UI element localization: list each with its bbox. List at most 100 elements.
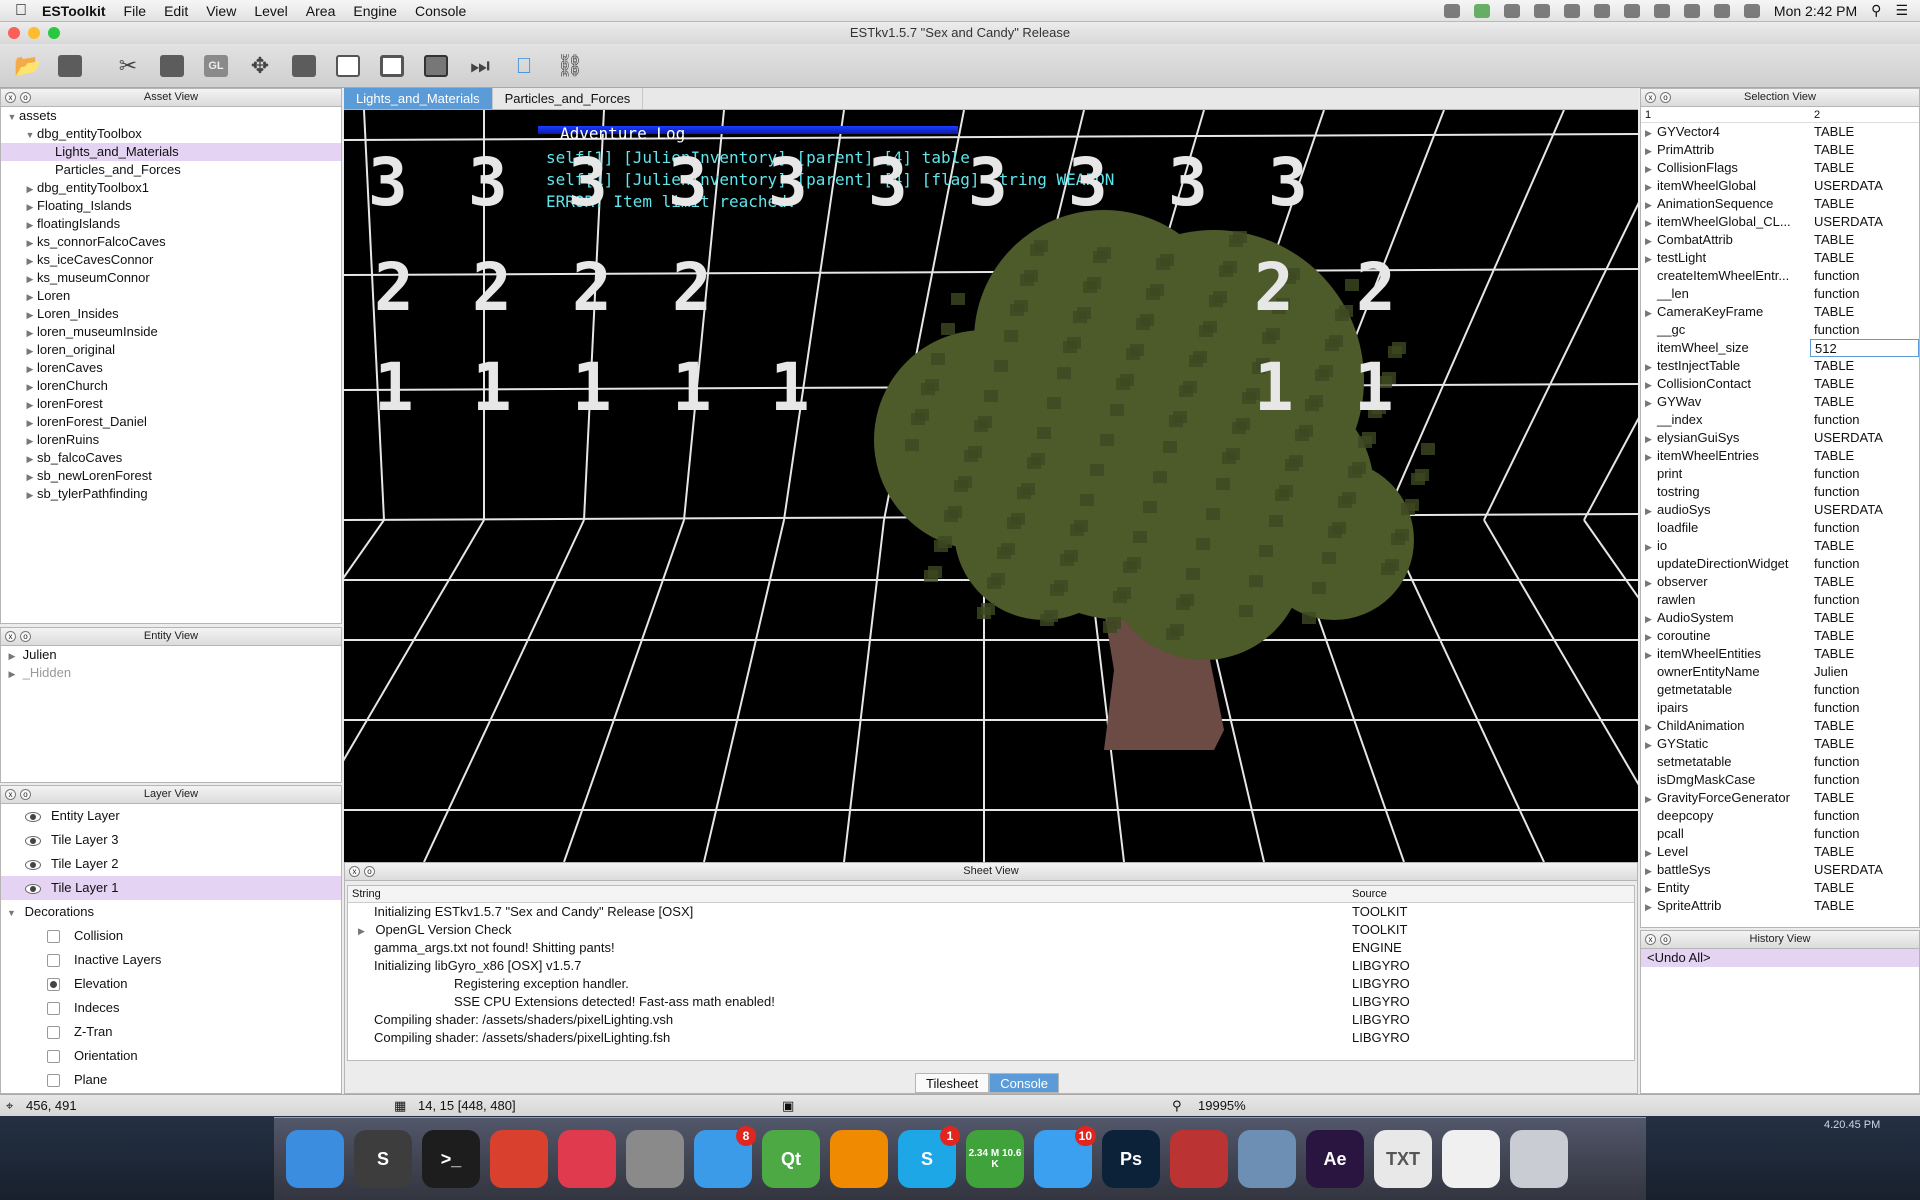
chevron-right-icon[interactable]: ▶: [23, 234, 37, 252]
chevron-right-icon[interactable]: ▶: [1645, 862, 1657, 879]
chevron-right-icon[interactable]: ▶: [23, 306, 37, 324]
chevron-down-icon[interactable]: ▼: [5, 108, 19, 126]
chevron-right-icon[interactable]: ▶: [23, 198, 37, 216]
decoration-option[interactable]: Inactive Layers: [1, 948, 341, 972]
selection-row[interactable]: ▶ Entity TABLE: [1641, 879, 1919, 897]
list-icon[interactable]: ☰: [1895, 2, 1908, 19]
chevron-right-icon[interactable]: ▶: [1645, 250, 1657, 267]
chevron-right-icon[interactable]: ▶: [1645, 898, 1657, 915]
chevron-right-icon[interactable]: ▶: [1645, 394, 1657, 411]
selection-row[interactable]: ▶ GravityForceGenerator TABLE: [1641, 789, 1919, 807]
save-button[interactable]: [50, 48, 90, 84]
dock-anime-app-icon[interactable]: [1238, 1130, 1296, 1188]
column-header-string[interactable]: String: [348, 886, 1348, 903]
chevron-right-icon[interactable]: ▶: [23, 180, 37, 198]
step-button[interactable]: ⏭: [460, 48, 500, 84]
selection-row[interactable]: ▶ elysianGuiSys USERDATA: [1641, 429, 1919, 447]
chevron-right-icon[interactable]: ▶: [1645, 718, 1657, 735]
selection-row[interactable]: ▶ CollisionFlags TABLE: [1641, 159, 1919, 177]
table-row[interactable]: Initializing ESTkv1.5.7 "Sex and Candy" …: [348, 902, 1634, 921]
table-row[interactable]: Registering exception handler. LIBGYRO: [348, 974, 1634, 993]
table-row[interactable]: Compiling shader: /assets/shaders/pixelL…: [348, 1028, 1634, 1047]
selection-row[interactable]: ▶ Level TABLE: [1641, 843, 1919, 861]
menu-engine[interactable]: Engine: [353, 3, 397, 19]
dock-utorrent-icon[interactable]: 2.34 M 10.6 K: [966, 1130, 1024, 1188]
selection-row[interactable]: ▶ SpriteAttrib TABLE: [1641, 897, 1919, 915]
option-checkbox[interactable]: [47, 1074, 60, 1088]
selection-row[interactable]: updateDirectionWidget function: [1641, 555, 1919, 573]
chevron-right-icon[interactable]: ▶: [1645, 430, 1657, 447]
selection-row[interactable]: setmetatable function: [1641, 753, 1919, 771]
float-panel-icon[interactable]: o: [20, 631, 31, 642]
asset-tree-item[interactable]: ▶ Loren_Insides: [1, 305, 341, 323]
dock-calendar-icon[interactable]: [1442, 1130, 1500, 1188]
selection-row[interactable]: isDmgMaskCase function: [1641, 771, 1919, 789]
decorations-group[interactable]: ▼ Decorations: [1, 900, 341, 924]
tab-particles-and-forces[interactable]: Particles_and_Forces: [493, 88, 644, 109]
chevron-right-icon[interactable]: ▶: [1645, 304, 1657, 321]
selection-row[interactable]: ▶ audioSys USERDATA: [1641, 501, 1919, 519]
selection-row[interactable]: ▶ coroutine TABLE: [1641, 627, 1919, 645]
chevron-right-icon[interactable]: ▶: [23, 342, 37, 360]
usb-icon[interactable]: [1443, 3, 1460, 18]
asset-tree-item[interactable]: ▶ lorenForest: [1, 395, 341, 413]
selection-row[interactable]: ▶ battleSys USERDATA: [1641, 861, 1919, 879]
history-item[interactable]: <Undo All>: [1641, 949, 1919, 967]
selection-row[interactable]: ▶ io TABLE: [1641, 537, 1919, 555]
dock-after-effects-icon[interactable]: Ae: [1306, 1130, 1364, 1188]
option-checkbox[interactable]: [47, 1050, 60, 1064]
selection-row[interactable]: ▶ GYStatic TABLE: [1641, 735, 1919, 753]
asset-tree-item[interactable]: ▶ ks_connorFalcoCaves: [1, 233, 341, 251]
option-checkbox[interactable]: [47, 954, 60, 968]
minimize-window-button[interactable]: [28, 27, 40, 39]
chevron-right-icon[interactable]: ▶: [1645, 628, 1657, 645]
float-panel-icon[interactable]: o: [20, 789, 31, 800]
dock-terminal-icon[interactable]: >_: [422, 1130, 480, 1188]
dock-messages-icon[interactable]: 10: [1034, 1126, 1096, 1188]
chevron-right-icon[interactable]: ▶: [1645, 880, 1657, 897]
window-button[interactable]: [328, 48, 368, 84]
decoration-option[interactable]: Orientation: [1, 1044, 341, 1068]
float-panel-icon[interactable]: o: [20, 92, 31, 103]
decoration-option[interactable]: Z-Tran: [1, 1020, 341, 1044]
eye-icon[interactable]: [25, 811, 41, 822]
chevron-right-icon[interactable]: ▶: [1645, 448, 1657, 465]
asset-tree-item[interactable]: ▶ lorenForest_Daniel: [1, 413, 341, 431]
layer-row[interactable]: Tile Layer 1: [1, 876, 341, 900]
float-panel-icon[interactable]: o: [1660, 92, 1671, 103]
column-header-source[interactable]: Source: [1348, 886, 1634, 903]
close-panel-icon[interactable]: x: [5, 92, 16, 103]
chevron-right-icon[interactable]: ▶: [1645, 124, 1657, 141]
column-header-1[interactable]: 1: [1641, 107, 1810, 122]
chevron-right-icon[interactable]: ▶: [23, 216, 37, 234]
tree-root[interactable]: ▼ assets: [1, 107, 341, 125]
selection-row[interactable]: __index function: [1641, 411, 1919, 429]
selection-row[interactable]: ▶ CollisionContact TABLE: [1641, 375, 1919, 393]
selection-row[interactable]: ▶ AudioSystem TABLE: [1641, 609, 1919, 627]
selection-row[interactable]: ▶ CombatAttrib TABLE: [1641, 231, 1919, 249]
shield-icon[interactable]: [1503, 3, 1520, 18]
chevron-right-icon[interactable]: ▶: [23, 414, 37, 432]
layer-row[interactable]: Tile Layer 2: [1, 852, 341, 876]
selection-row[interactable]: createItemWheelEntr... function: [1641, 267, 1919, 285]
asset-tree-item[interactable]: Particles_and_Forces: [1, 161, 341, 179]
chevron-right-icon[interactable]: ▶: [1645, 358, 1657, 375]
chevron-right-icon[interactable]: ▶: [1645, 844, 1657, 861]
selection-row[interactable]: ▶ ChildAnimation TABLE: [1641, 717, 1919, 735]
tab-console[interactable]: Console: [989, 1073, 1059, 1093]
chevron-right-icon[interactable]: ▶: [1645, 790, 1657, 807]
option-checkbox[interactable]: [47, 1026, 60, 1040]
airplay-icon[interactable]: [1593, 3, 1610, 18]
menu-view[interactable]: View: [206, 3, 236, 19]
asset-tree-item[interactable]: ▼ dbg_entityToolbox: [1, 125, 341, 143]
asset-tree-item[interactable]: ▶ floatingIslands: [1, 215, 341, 233]
app-menu[interactable]: ESToolkit: [42, 3, 106, 19]
chevron-right-icon[interactable]: ▶: [23, 378, 37, 396]
dock-chrome-icon[interactable]: [490, 1130, 548, 1188]
chevron-right-icon[interactable]: ▶: [23, 450, 37, 468]
tab-lights-and-materials[interactable]: Lights_and_Materials: [344, 88, 493, 109]
selection-row[interactable]: pcall function: [1641, 825, 1919, 843]
notification-icon[interactable]: [1563, 3, 1580, 18]
chevron-right-icon[interactable]: ▶: [1645, 142, 1657, 159]
stop-button[interactable]: [416, 48, 456, 84]
